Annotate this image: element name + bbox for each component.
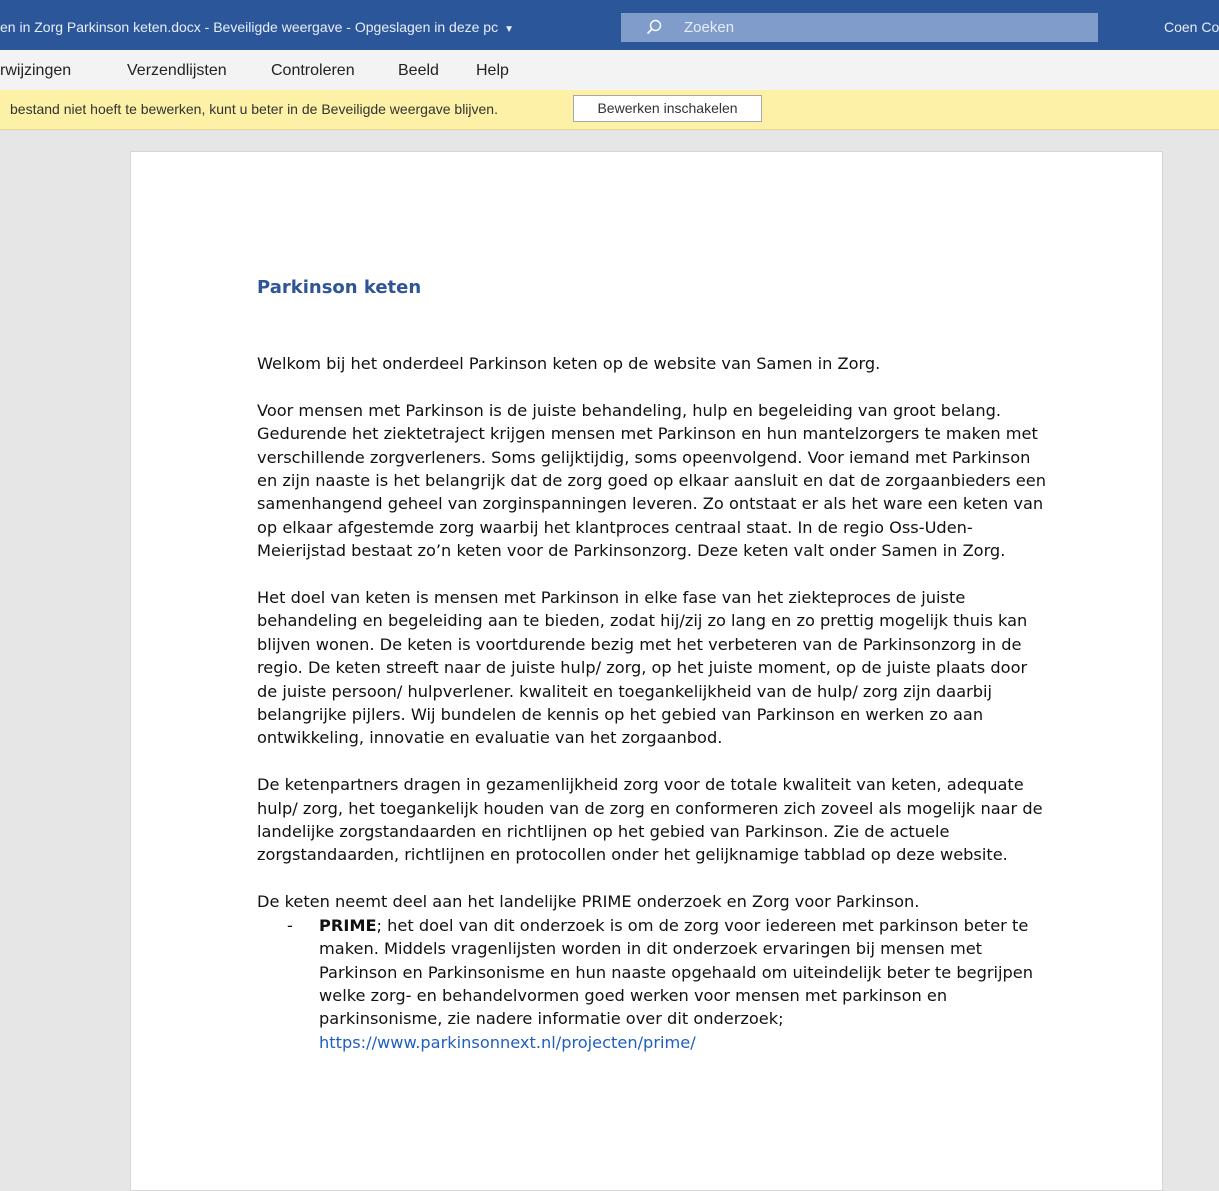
search-box[interactable]: Zoeken [621, 13, 1098, 42]
document-heading: Parkinson keten [257, 277, 422, 298]
search-icon [646, 19, 662, 35]
tab-verwijzingen[interactable]: rwijzingen [0, 62, 71, 80]
title-bar: en in Zorg Parkinson keten.docx - Beveil… [0, 0, 1219, 50]
document-page[interactable]: Parkinson keten Welkom bij het onderdeel… [130, 151, 1163, 1191]
paragraph-welcome: Welkom bij het onderdeel Parkinson keten… [257, 354, 881, 373]
document-title-label: en in Zorg Parkinson keten.docx - Beveil… [0, 19, 499, 35]
search-placeholder: Zoeken [684, 19, 735, 36]
paragraph-research: De keten neemt deel aan het landelijke P… [257, 892, 920, 912]
enable-editing-button[interactable]: Bewerken inschakelen [573, 95, 762, 122]
tab-help[interactable]: Help [476, 62, 509, 80]
paragraph-goal: Het doel van keten is mensen met Parkins… [257, 588, 1028, 748]
chevron-down-icon[interactable]: ▼ [504, 24, 514, 35]
protected-view-bar: bestand niet hoeft te bewerken, kunt u b… [0, 90, 1219, 130]
tab-controleren[interactable]: Controleren [271, 62, 355, 80]
bullet-dash: - [287, 915, 293, 935]
protected-view-message: bestand niet hoeft te bewerken, kunt u b… [10, 101, 498, 117]
prime-link[interactable]: https://www.parkinsonnext.nl/projecten/p… [319, 1033, 696, 1052]
document-title[interactable]: en in Zorg Parkinson keten.docx - Beveil… [0, 19, 514, 35]
ribbon-tabs: rwijzingen Verzendlijsten Controleren Be… [0, 50, 1219, 90]
list-item-prime: - PRIME; het doel van dit onderzoek is o… [257, 914, 1047, 1054]
user-name[interactable]: Coen Co [1164, 19, 1219, 35]
paragraph-partners: De ketenpartners dragen in gezamenlijkhe… [257, 775, 1043, 865]
tab-verzendlijsten[interactable]: Verzendlijsten [127, 62, 227, 80]
bullet-text: ; het doel van dit onderzoek is om de zo… [319, 915, 1034, 1029]
document-content[interactable]: Parkinson keten Welkom bij het onderdeel… [257, 276, 1047, 1054]
paragraph-intro: Voor mensen met Parkinson is de juiste b… [257, 400, 1046, 561]
bullet-bold-term: PRIME [319, 915, 377, 935]
tab-beeld[interactable]: Beeld [398, 62, 439, 80]
